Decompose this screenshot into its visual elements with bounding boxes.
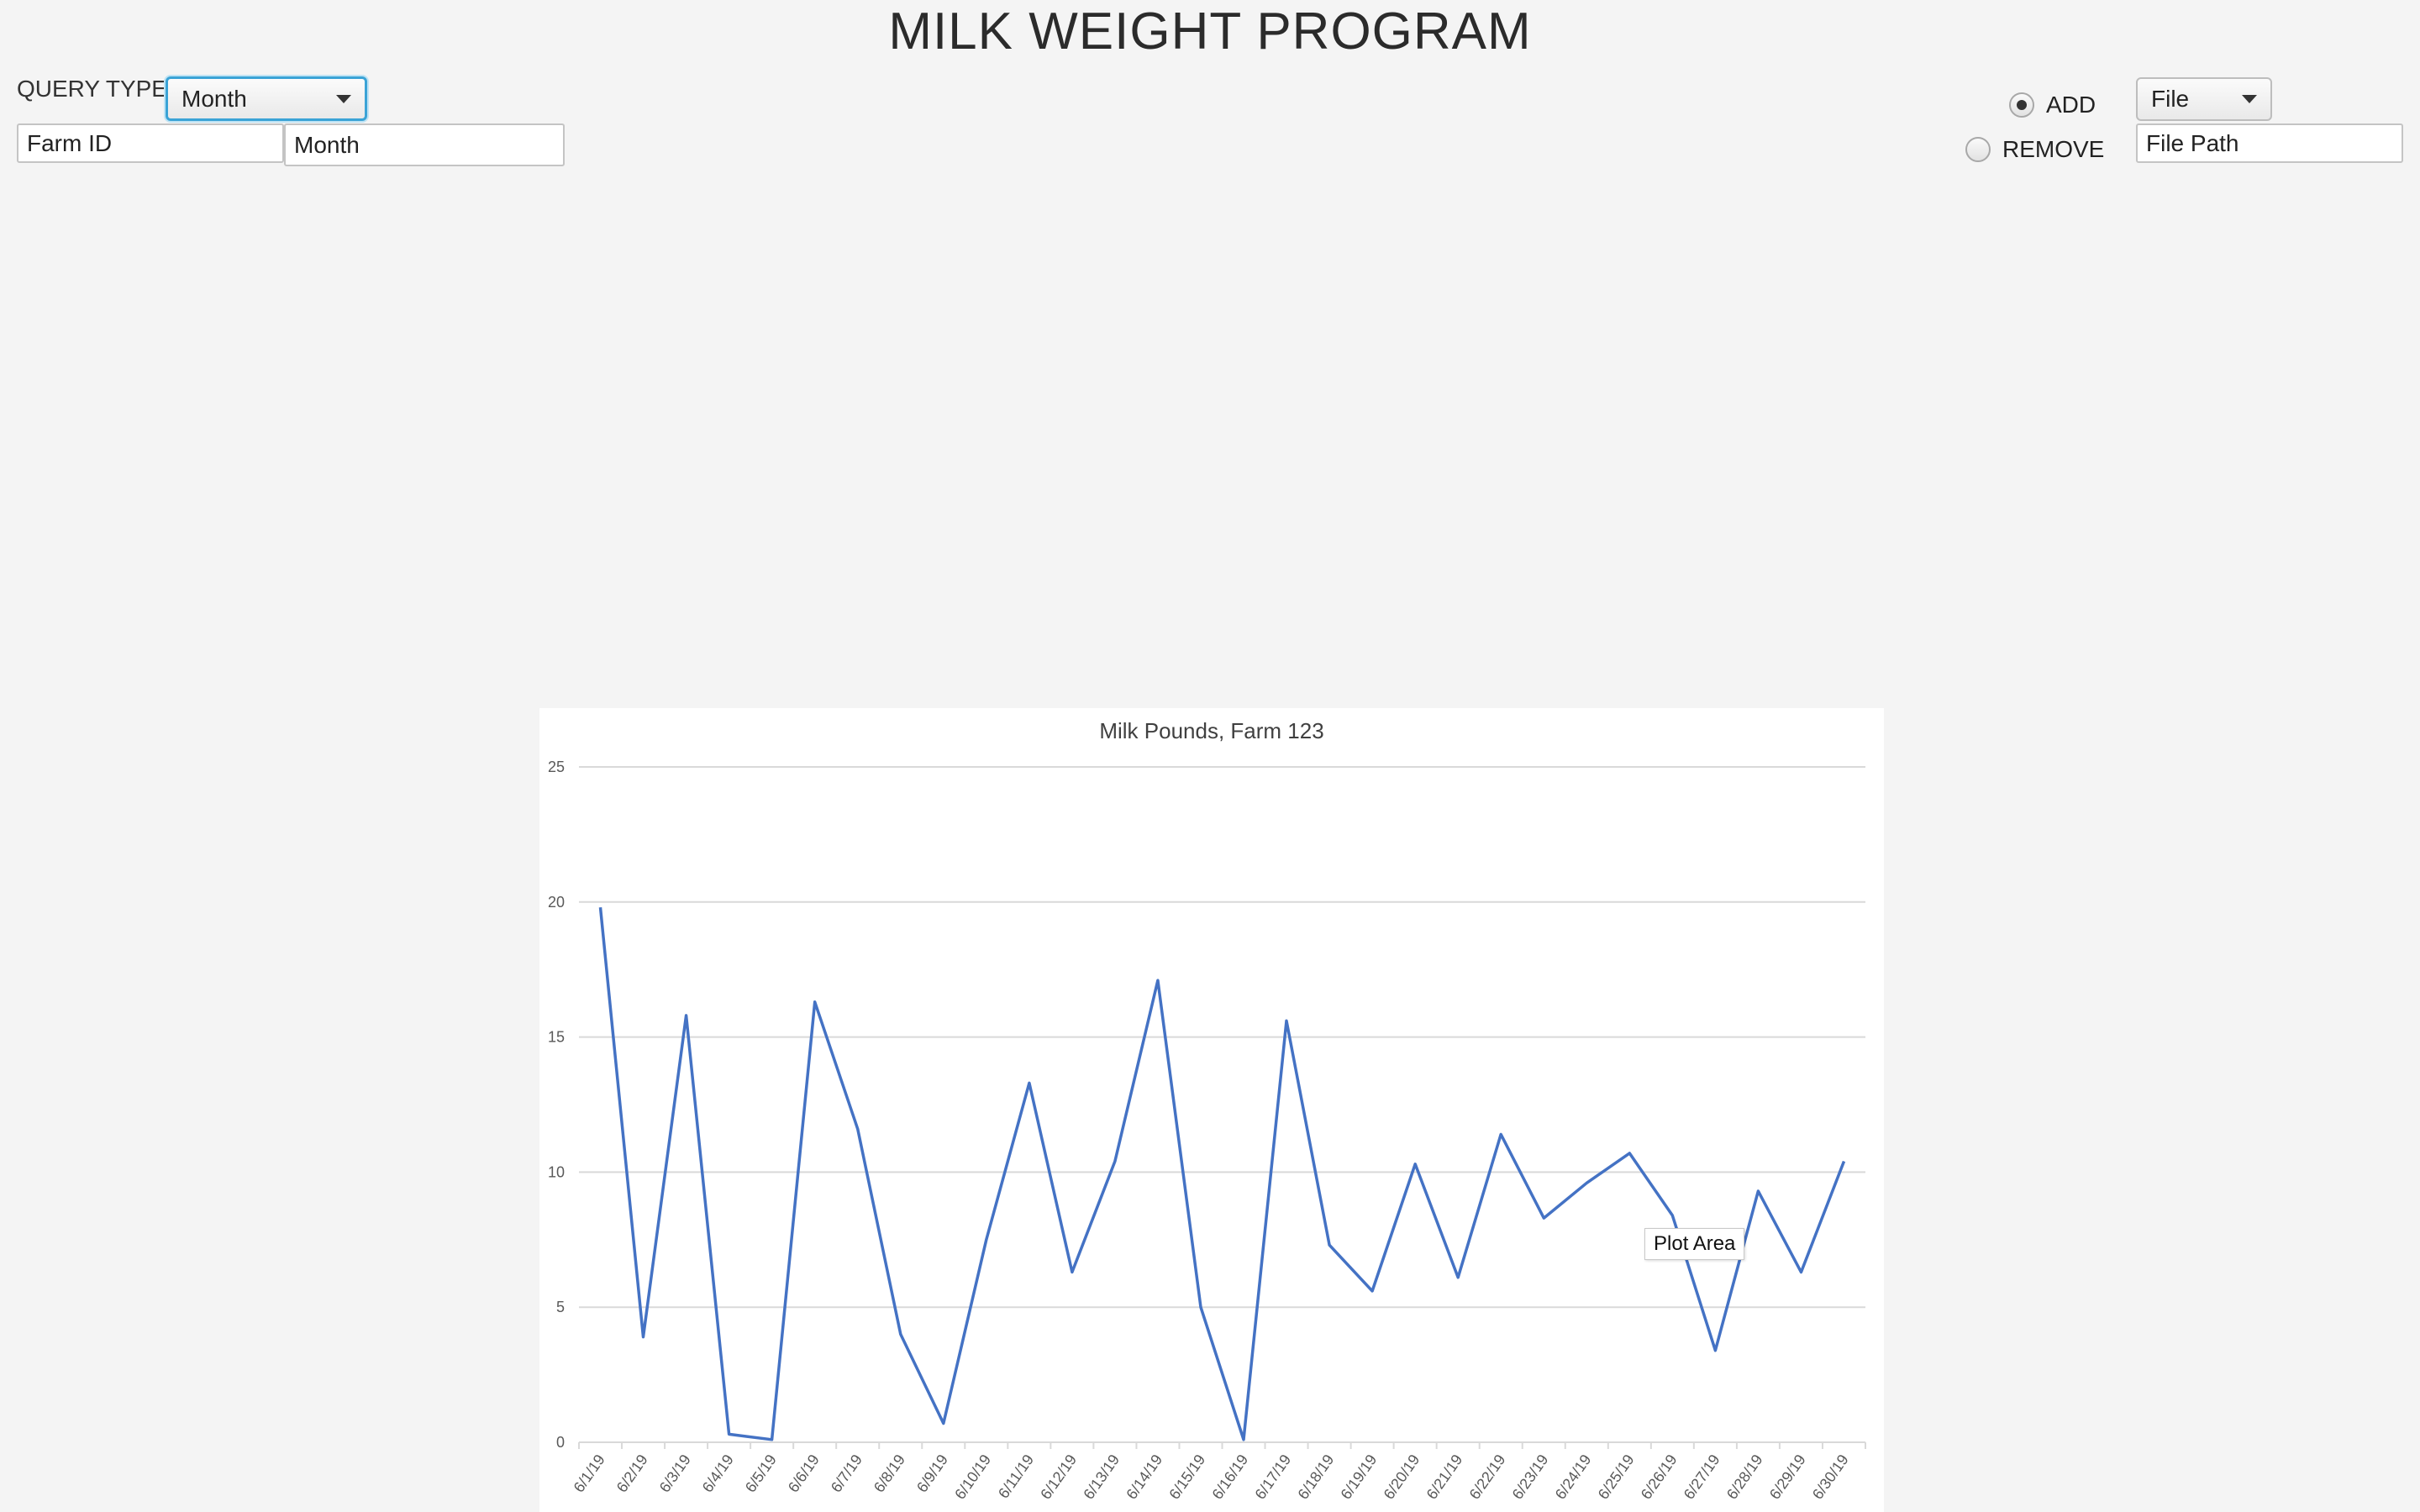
x-tick-label: 6/24/19 (1552, 1452, 1595, 1503)
y-tick-label: 25 (548, 759, 565, 775)
x-tick-label: 6/2/19 (613, 1452, 651, 1495)
x-tick-label: 6/29/19 (1766, 1452, 1809, 1503)
y-tick-label: 10 (548, 1163, 565, 1180)
add-radio-label: ADD (2046, 92, 2096, 118)
x-tick-label: 6/1/19 (571, 1452, 608, 1495)
x-tick-label: 6/14/19 (1123, 1452, 1165, 1503)
x-tick-label: 6/28/19 (1723, 1452, 1766, 1503)
milk-chart: Milk Pounds, Farm 12305101520256/1/19 6/2… (548, 718, 1866, 1503)
x-tick-label: 6/23/19 (1509, 1452, 1552, 1503)
y-tick-label: 15 (548, 1029, 565, 1046)
query-type-label: QUERY TYPE: (17, 76, 174, 102)
add-radio-button[interactable] (2009, 92, 2034, 118)
farm-id-input[interactable]: Farm ID (17, 123, 284, 163)
x-tick-label: 6/7/19 (828, 1452, 865, 1495)
x-tick-label: 6/19/19 (1338, 1452, 1381, 1503)
x-tick-label: 6/5/19 (742, 1452, 780, 1495)
x-tick-label: 6/18/19 (1295, 1452, 1338, 1503)
app-title: MILK WEIGHT PROGRAM (888, 3, 1532, 60)
x-tick-label: 6/17/19 (1251, 1452, 1294, 1503)
series-line (598, 907, 1846, 1441)
add-radio[interactable]: ADD (2009, 92, 2096, 118)
remove-radio[interactable]: REMOVE (1965, 136, 2104, 163)
source-dropdown[interactable]: File (2136, 77, 2272, 121)
x-tick-label: 6/9/19 (913, 1452, 951, 1495)
x-tick-label: 6/3/19 (656, 1452, 694, 1495)
x-tick-label: 6/6/19 (785, 1452, 823, 1495)
file-path-input[interactable]: File Path (2136, 123, 2403, 163)
x-tick-label: 6/22/19 (1466, 1452, 1509, 1503)
chevron-down-icon (336, 94, 351, 103)
plot-area-tooltip: Plot Area (1644, 1228, 1745, 1260)
remove-radio-label: REMOVE (2002, 136, 2105, 162)
x-tick-label: 6/12/19 (1037, 1452, 1080, 1503)
x-tick-label: 6/8/19 (871, 1452, 908, 1495)
remove-radio-button[interactable] (1965, 137, 1991, 162)
x-tick-label: 6/16/19 (1208, 1452, 1251, 1503)
x-tick-label: 6/15/19 (1165, 1452, 1208, 1503)
chevron-down-icon (2242, 95, 2257, 103)
x-tick-label: 6/13/19 (1080, 1452, 1123, 1503)
y-tick-label: 0 (556, 1434, 565, 1451)
source-value: File (2151, 86, 2190, 112)
x-tick-label: 6/11/19 (995, 1452, 1037, 1502)
chart-panel: Milk Pounds, Farm 123 0 5 10 15 20 25 6/1/19 6/2… (539, 708, 1884, 1512)
x-tick-label: 6/26/19 (1638, 1452, 1681, 1503)
x-tick-label: 6/20/19 (1381, 1452, 1423, 1503)
x-tick-label: 6/4/19 (699, 1452, 737, 1495)
query-type-dropdown[interactable]: Month (166, 76, 367, 121)
x-tick-label: 6/25/19 (1595, 1452, 1638, 1503)
chart-title: Milk Pounds, Farm 123 (1099, 718, 1323, 743)
month-input[interactable]: Month (284, 123, 565, 166)
query-type-value: Month (182, 85, 247, 112)
y-tick-label: 20 (548, 894, 565, 911)
y-tick-label: 5 (556, 1299, 565, 1315)
x-tick-label: 6/27/19 (1681, 1452, 1723, 1503)
x-tick-label: 6/10/19 (951, 1452, 994, 1503)
x-tick-label: 6/30/19 (1809, 1452, 1852, 1503)
x-tick-label: 6/21/19 (1423, 1452, 1466, 1503)
